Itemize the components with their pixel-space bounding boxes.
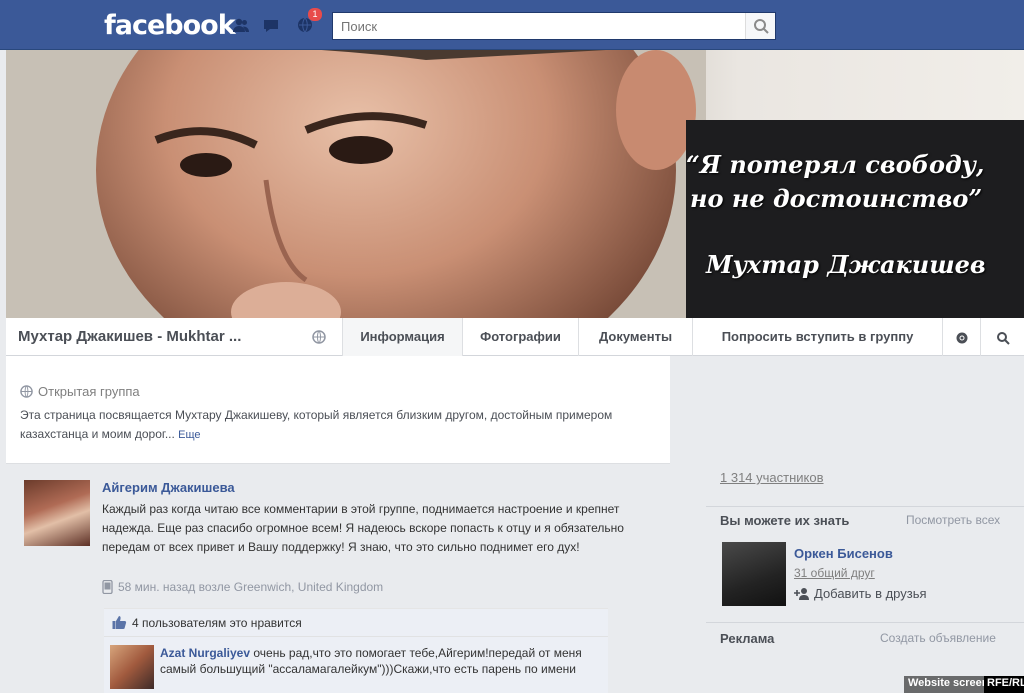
group-about: Открытая группа Эта страница посвящается… [6,356,670,464]
pymk-header: Вы можете их знать Посмотреть всех [706,506,1024,528]
right-sidebar: 1 314 участников Вы можете их знать Посм… [700,460,1024,693]
globe-icon [20,385,33,398]
avatar[interactable] [110,645,154,689]
group-description: Эта страница посвящается Мухтару Джакише… [20,406,660,445]
post-text: Каждый раз когда читаю все комментарии в… [102,502,624,554]
messages-icon[interactable] [262,16,280,34]
facebook-logo[interactable]: facebook [104,10,236,41]
post-meta: 58 мин. назад возле Greenwich, United Ki… [102,580,383,594]
friends-icon[interactable] [232,16,250,34]
post-timestamp[interactable]: 58 мин. назад возле Greenwich, United Ki… [118,580,383,594]
rferl-logo: RFE/RL [984,676,1024,693]
group-nav-bar: Мухтар Джакишев - Mukhtar ... Информация… [6,318,1024,356]
search-button[interactable] [745,13,775,39]
ads-header: Реклама Создать объявление [706,622,1024,648]
see-more-link[interactable]: Еще [178,429,200,441]
cover-photo[interactable]: “Я потерял свободу, но не достоинство” М… [6,50,1024,318]
pymk-name[interactable]: Оркен Бисенов [794,546,893,561]
add-friend-label: Добавить в друзья [814,586,927,601]
portrait-photo [6,50,706,318]
comment: Azat Nurgaliyev очень рад,что это помога… [104,636,608,693]
cover-quote-line: “Я потерял свободу, [686,150,985,179]
post-author[interactable]: Айгерим Джакишева [102,480,235,495]
cover-quote-line: но не достоинство” [690,184,983,213]
cover-quote-author: Мухтар Джакишев [706,250,986,279]
add-friend-button[interactable]: Добавить в друзья [794,586,927,601]
pymk-title: Вы можете их знать [720,513,850,528]
avatar[interactable] [722,542,786,606]
likes-summary: 4 пользователям это нравится [104,608,608,636]
top-bar: facebook 1 [0,0,1024,50]
comment-body: Azat Nurgaliyev очень рад,что это помога… [160,645,600,677]
add-friend-icon [794,588,809,600]
thumbs-up-icon [112,616,127,629]
group-title[interactable]: Мухтар Джакишев - Mukhtar ... [18,328,241,345]
feed-post: Айгерим Джакишева Каждый раз когда читаю… [24,476,664,693]
members-count[interactable]: 1 314 участников [720,470,824,485]
search-icon [754,19,769,34]
ads-title: Реклама [720,631,775,646]
tab-docs[interactable]: Документы [578,318,692,356]
privacy-text: Открытая группа [38,384,140,399]
comment-author[interactable]: Azat Nurgaliyev [160,646,250,660]
settings-button[interactable] [942,318,980,356]
search-input[interactable] [333,13,743,39]
search-icon [996,331,1010,345]
tab-photos[interactable]: Фотографии [462,318,578,356]
notification-badge: 1 [308,8,322,21]
phone-icon [102,580,113,594]
join-group-button[interactable]: Попросить вступить в группу [692,318,942,356]
mutual-friends-link[interactable]: 31 общий друг [794,566,875,580]
search-box [332,12,776,40]
avatar[interactable] [24,480,90,546]
likes-count[interactable]: 4 пользователям это нравится [132,616,302,630]
description-text: Эта страница посвящается Мухтару Джакише… [20,408,613,441]
create-ad-link[interactable]: Создать объявление [880,631,996,645]
see-all-link[interactable]: Посмотреть всех [906,513,1000,527]
tab-info[interactable]: Информация [342,318,462,356]
group-search-button[interactable] [980,318,1024,356]
privacy-label: Открытая группа [20,384,140,399]
gear-icon [956,332,967,344]
globe-icon [312,330,326,344]
